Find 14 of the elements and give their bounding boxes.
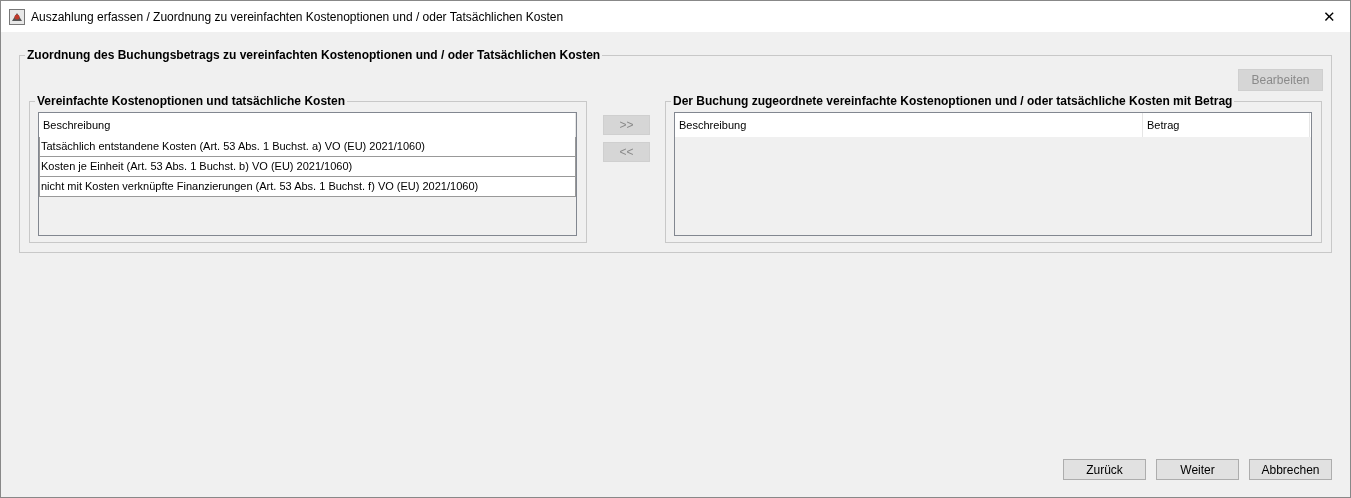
column-header[interactable]: Betrag [1143,113,1310,137]
table-row[interactable]: Tatsächlich entstandene Kosten (Art. 53 Abs. 1 Buchst. a) VO (EU) 2021/1060) [39,137,576,157]
group-title: Zuordnung des Buchungsbetrags zu vereinfachten Kostenoptionen und / oder Tatsächlichen Kosten [26,48,602,62]
close-button[interactable]: ✕ [1317,7,1342,26]
table-row[interactable]: Kosten je Einheit (Art. 53 Abs. 1 Buchst. b) VO (EU) 2021/1060) [39,157,576,177]
window-title: Auszahlung erfassen / Zuordnung zu vereinfachten Kostenoptionen und / oder Tatsächlichen Kosten [31,9,565,24]
table-row[interactable]: nicht mit Kosten verknüpfte Finanzierungen (Art. 53 Abs. 1 Buchst. f) VO (EU) 2021/1060) [39,177,576,197]
dialog-button[interactable]: Weiter [1156,459,1239,480]
dialog-button[interactable]: Abbrechen [1249,459,1332,480]
dialog-button[interactable]: Zurück [1063,459,1146,480]
assigned-group-title: Der Buchung zugeordnete vereinfachte Kostenoptionen und / oder tatsächliche Kosten mit Betrag [672,94,1234,108]
available-group-title: Vereinfachte Kostenoptionen und tatsächliche Kosten [36,94,347,108]
column-header[interactable]: Beschreibung [675,113,1143,137]
app-icon [9,8,25,25]
